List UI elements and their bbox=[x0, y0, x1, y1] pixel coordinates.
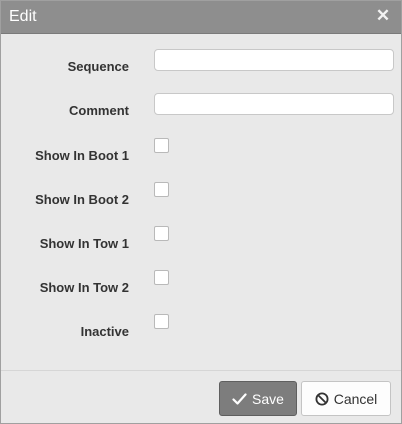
comment-input[interactable] bbox=[154, 93, 394, 115]
inactive-row: Inactive bbox=[1, 314, 401, 339]
show-in-boot-2-label: Show In Boot 2 bbox=[35, 192, 129, 207]
show-in-boot-1-label: Show In Boot 1 bbox=[35, 148, 129, 163]
edit-dialog: Edit ✕ Sequence Comment Show In Boot 1 S… bbox=[0, 0, 402, 424]
show-in-boot-2-checkbox[interactable] bbox=[154, 182, 169, 197]
sequence-label: Sequence bbox=[67, 59, 129, 74]
ban-icon bbox=[315, 392, 329, 405]
show-in-boot-1-row: Show In Boot 1 bbox=[1, 138, 401, 163]
dialog-title: Edit bbox=[9, 8, 37, 25]
show-in-boot-1-checkbox[interactable] bbox=[154, 138, 169, 153]
show-in-tow-2-label: Show In Tow 2 bbox=[39, 280, 129, 295]
comment-label: Comment bbox=[69, 103, 129, 118]
show-in-tow-2-checkbox[interactable] bbox=[154, 270, 169, 285]
cancel-label: Cancel bbox=[333, 390, 378, 407]
show-in-tow-2-row: Show In Tow 2 bbox=[1, 270, 401, 295]
dialog-titlebar[interactable]: Edit ✕ bbox=[1, 1, 401, 34]
comment-row: Comment bbox=[1, 93, 401, 118]
show-in-tow-1-row: Show In Tow 1 bbox=[1, 226, 401, 251]
save-button[interactable]: Save bbox=[219, 381, 297, 416]
show-in-tow-1-checkbox[interactable] bbox=[154, 226, 169, 241]
inactive-checkbox[interactable] bbox=[154, 314, 169, 329]
inactive-label: Inactive bbox=[80, 324, 129, 339]
show-in-boot-2-row: Show In Boot 2 bbox=[1, 182, 401, 207]
footer-divider bbox=[1, 370, 401, 371]
close-icon[interactable]: ✕ bbox=[375, 7, 391, 25]
save-label: Save bbox=[252, 390, 284, 407]
show-in-tow-1-label: Show In Tow 1 bbox=[39, 236, 129, 251]
sequence-row: Sequence bbox=[1, 49, 401, 74]
sequence-input[interactable] bbox=[154, 49, 394, 71]
cancel-button[interactable]: Cancel bbox=[301, 381, 391, 416]
check-icon bbox=[232, 392, 247, 405]
